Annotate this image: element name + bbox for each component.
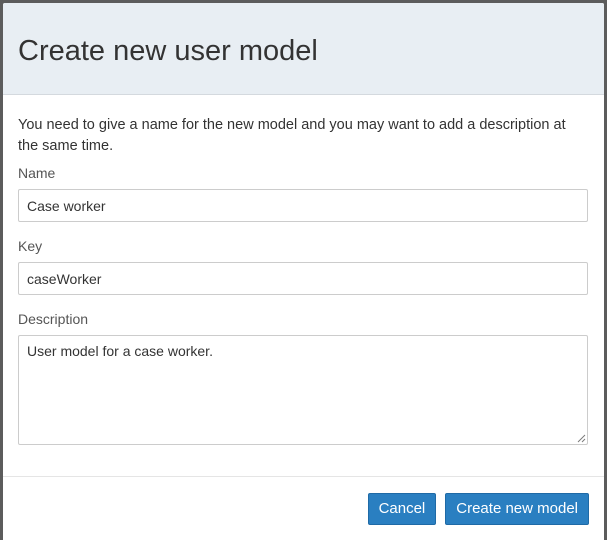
name-input[interactable]	[18, 189, 588, 222]
description-textarea[interactable]: User model for a case worker.	[18, 335, 588, 445]
dialog-header: Create new user model	[3, 3, 604, 95]
cancel-button[interactable]: Cancel	[367, 493, 437, 525]
create-model-dialog: Create new user model You need to give a…	[3, 3, 604, 540]
description-label: Description	[18, 311, 89, 327]
resize-handle-icon[interactable]	[577, 434, 586, 443]
intro-text: You need to give a name for the new mode…	[18, 117, 566, 154]
name-label: Name	[18, 165, 56, 181]
key-label: Key	[18, 238, 43, 254]
description-wrapper: User model for a case worker.	[18, 335, 588, 445]
dialog-body: You need to give a name for the new mode…	[3, 95, 604, 476]
create-model-button[interactable]: Create new model	[445, 493, 589, 525]
dialog-footer: Cancel Create new model	[3, 476, 604, 540]
dialog-title: Create new user model	[18, 35, 318, 67]
key-input[interactable]	[18, 262, 588, 295]
